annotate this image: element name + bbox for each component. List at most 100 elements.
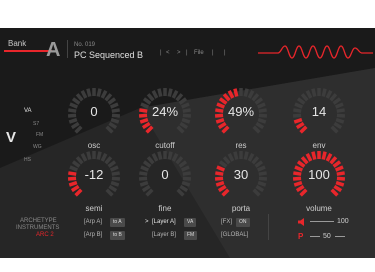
knob-volume-label: volume [306, 204, 332, 213]
knob-tick [335, 117, 345, 124]
knob-tick [293, 180, 303, 187]
knob-porta-value: 30 [233, 167, 249, 182]
knob-fine[interactable]: 0 fine [136, 148, 194, 213]
knob-tick [330, 188, 339, 197]
knob-tick [167, 88, 173, 97]
knob-tick [175, 156, 184, 165]
knob-tick [243, 88, 249, 97]
knob-tick [145, 188, 154, 197]
knob-tick [80, 153, 88, 162]
knob-tick [96, 88, 102, 97]
knob-tick [335, 180, 345, 187]
volume-slider[interactable] [310, 221, 334, 222]
volume-value: 100 [337, 218, 349, 225]
layer-a-button[interactable]: VA [184, 218, 197, 227]
fx-button[interactable]: ON [236, 218, 250, 227]
knob-tick [217, 121, 227, 130]
knob-tick [181, 117, 191, 124]
global-label[interactable]: [GLOBAL] [221, 232, 248, 238]
arp-a-label: [Arp A] [84, 219, 103, 225]
knob-tick [233, 151, 239, 160]
knob-semi[interactable]: -12 semi [65, 148, 123, 213]
knob-tick [86, 88, 92, 97]
knob-cutoff[interactable]: 24% cutoff [136, 85, 194, 150]
knob-osc-value: 0 [90, 104, 98, 119]
knob-tick [254, 160, 264, 168]
knob-res-value: 49% [227, 104, 255, 119]
header-separator-3: | [212, 50, 214, 56]
file-menu[interactable]: File [194, 50, 204, 56]
knob-tick [296, 160, 306, 168]
knob-tick [178, 97, 188, 105]
knob-porta[interactable]: 30 porta [212, 148, 270, 213]
osc-type-fm[interactable]: FM [36, 132, 43, 138]
layer-a-label[interactable]: [Layer A] [152, 219, 176, 225]
header-separator-2: | [186, 50, 188, 56]
bank-underline [4, 50, 52, 52]
brand-line-1: ARCHETYPE [20, 218, 57, 224]
knob-tick [221, 188, 230, 197]
pan-slider-left[interactable] [310, 236, 320, 237]
knob-tick [179, 121, 189, 130]
knob-tick [110, 180, 120, 187]
knob-tick [254, 97, 264, 105]
layer-b-button[interactable]: FM [184, 231, 198, 240]
pan-letter: P [298, 232, 304, 241]
knob-tick [299, 188, 308, 197]
arp-a-button[interactable]: to A [110, 218, 125, 227]
knob-tick [227, 153, 235, 162]
knob-tick [252, 125, 261, 134]
knob-res[interactable]: 49% res [212, 85, 270, 150]
pan-slider-right[interactable] [335, 236, 345, 237]
knob-tick [311, 151, 317, 160]
knob-tick [142, 97, 152, 105]
preset-prev-button[interactable]: < [166, 50, 170, 56]
knob-volume[interactable]: 100 volume [290, 148, 348, 213]
knob-tick [325, 90, 333, 99]
knob-tick [215, 117, 225, 124]
knob-tick [107, 160, 117, 168]
brand-line-2: INSTRUMENTS [16, 225, 60, 231]
knob-tick [247, 153, 255, 162]
knob-tick [157, 88, 163, 97]
knob-tick [293, 117, 303, 124]
knob-osc[interactable]: 0 osc [65, 85, 123, 150]
knob-tick [145, 125, 154, 134]
knob-porta-label: porta [231, 204, 251, 213]
bank-letter[interactable]: A [46, 39, 60, 62]
knob-fine-label: fine [158, 204, 172, 213]
knob-tick [330, 125, 339, 134]
osc-type-s7[interactable]: S7 [33, 121, 39, 127]
knob-env[interactable]: 14 env [290, 85, 348, 150]
knob-tick [329, 156, 338, 165]
preset-number: No. 019 [74, 42, 96, 48]
knob-tick [255, 121, 265, 130]
knob-tick [142, 160, 152, 168]
osc-type-hs[interactable]: HS [24, 157, 31, 163]
knob-tick [104, 156, 113, 165]
knob-tick [295, 121, 305, 130]
bank-label: Bank [8, 39, 27, 48]
knob-tick [222, 156, 231, 165]
knob-tick [251, 93, 260, 102]
knob-tick [217, 184, 227, 193]
knob-tick [75, 93, 84, 102]
osc-type-va[interactable]: VA [24, 108, 32, 114]
knob-tick [146, 93, 155, 102]
arp-b-button[interactable]: to B [110, 231, 125, 240]
knob-tick [215, 180, 225, 187]
knob-volume-value: 100 [308, 167, 330, 182]
fx-label[interactable]: [FX] [221, 219, 232, 225]
knob-tick [71, 97, 81, 105]
knob-tick [157, 151, 163, 160]
knob-fine-value: 0 [161, 167, 169, 182]
knob-tick [252, 188, 261, 197]
pan-value: 50 [323, 233, 331, 240]
preset-name[interactable]: PC Sequenced B [74, 50, 143, 60]
preset-next-button[interactable]: > [177, 50, 181, 56]
osc-type-wg[interactable]: WG [33, 144, 42, 150]
knob-tick [175, 93, 184, 102]
knob-tick [300, 156, 309, 165]
knob-tick [100, 90, 108, 99]
layer-b-label[interactable]: [Layer B] [152, 232, 176, 238]
